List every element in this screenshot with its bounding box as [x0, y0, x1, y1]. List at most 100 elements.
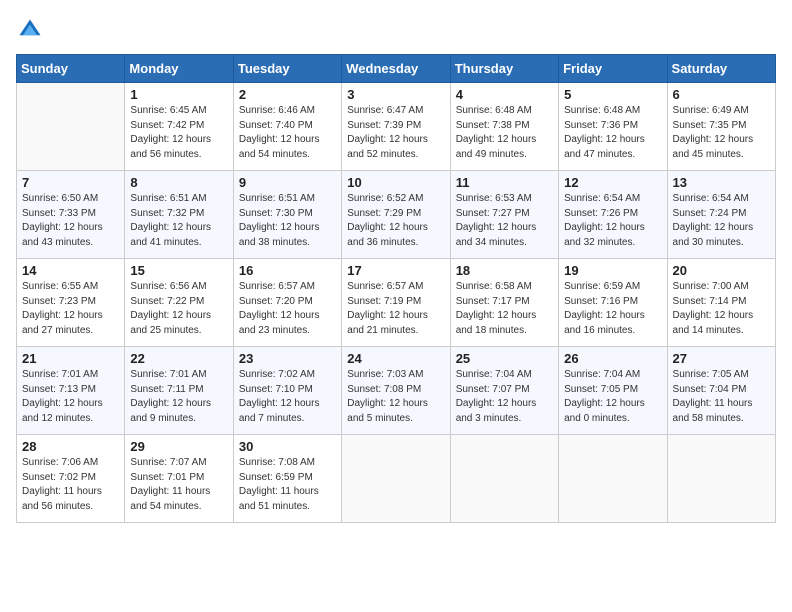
- day-number: 18: [456, 263, 553, 278]
- day-number: 13: [673, 175, 770, 190]
- calendar: SundayMondayTuesdayWednesdayThursdayFrid…: [16, 54, 776, 523]
- day-number: 30: [239, 439, 336, 454]
- day-cell: 28 Sunrise: 7:06 AM Sunset: 7:02 PM Dayli…: [17, 435, 125, 523]
- day-info: Sunrise: 6:49 AM Sunset: 7:35 PM Dayligh…: [673, 104, 770, 162]
- day-cell: 29 Sunrise: 7:07 AM Sunset: 7:01 PM Dayli…: [125, 435, 233, 523]
- day-number: 14: [22, 263, 119, 278]
- day-number: 29: [130, 439, 227, 454]
- day-info: Sunrise: 6:55 AM Sunset: 7:23 PM Dayligh…: [22, 280, 119, 338]
- day-cell: [450, 435, 558, 523]
- day-number: 3: [347, 87, 444, 102]
- day-cell: 19 Sunrise: 6:59 AM Sunset: 7:16 PM Dayli…: [559, 259, 667, 347]
- week-row-1: 1 Sunrise: 6:45 AM Sunset: 7:42 PM Daylig…: [17, 83, 776, 171]
- day-number: 2: [239, 87, 336, 102]
- day-cell: 14 Sunrise: 6:55 AM Sunset: 7:23 PM Dayli…: [17, 259, 125, 347]
- col-header-friday: Friday: [559, 55, 667, 83]
- day-cell: 21 Sunrise: 7:01 AM Sunset: 7:13 PM Dayli…: [17, 347, 125, 435]
- day-cell: 4Sunrise: 6:48 AM Sunset: 7:38 PM Daylig…: [450, 83, 558, 171]
- day-number: 24: [347, 351, 444, 366]
- day-number: 8: [130, 175, 227, 190]
- logo-icon: [16, 16, 44, 44]
- day-info: Sunrise: 7:01 AM Sunset: 7:13 PM Dayligh…: [22, 368, 119, 426]
- day-cell: [559, 435, 667, 523]
- day-number: 25: [456, 351, 553, 366]
- day-info: Sunrise: 7:05 AM Sunset: 7:04 PM Dayligh…: [673, 368, 770, 426]
- day-cell: 24 Sunrise: 7:03 AM Sunset: 7:08 PM Dayli…: [342, 347, 450, 435]
- week-row-4: 21 Sunrise: 7:01 AM Sunset: 7:13 PM Dayli…: [17, 347, 776, 435]
- day-number: 17: [347, 263, 444, 278]
- day-cell: 6 Sunrise: 6:49 AM Sunset: 7:35 PM Daylig…: [667, 83, 775, 171]
- day-cell: 11Sunrise: 6:53 AM Sunset: 7:27 PM Dayli…: [450, 171, 558, 259]
- day-number: 15: [130, 263, 227, 278]
- day-info: Sunrise: 6:50 AM Sunset: 7:33 PM Dayligh…: [22, 192, 119, 250]
- logo: [16, 16, 48, 44]
- day-info: Sunrise: 6:51 AM Sunset: 7:32 PM Dayligh…: [130, 192, 227, 250]
- day-cell: 17 Sunrise: 6:57 AM Sunset: 7:19 PM Dayli…: [342, 259, 450, 347]
- day-cell: 25 Sunrise: 7:04 AM Sunset: 7:07 PM Dayli…: [450, 347, 558, 435]
- day-cell: 10 Sunrise: 6:52 AM Sunset: 7:29 PM Dayli…: [342, 171, 450, 259]
- day-cell: [17, 83, 125, 171]
- day-info: Sunrise: 7:08 AM Sunset: 6:59 PM Dayligh…: [239, 456, 336, 514]
- day-info: Sunrise: 7:06 AM Sunset: 7:02 PM Dayligh…: [22, 456, 119, 514]
- day-info: Sunrise: 6:59 AM Sunset: 7:16 PM Dayligh…: [564, 280, 661, 338]
- week-row-2: 7 Sunrise: 6:50 AM Sunset: 7:33 PM Daylig…: [17, 171, 776, 259]
- col-header-tuesday: Tuesday: [233, 55, 341, 83]
- day-number: 9: [239, 175, 336, 190]
- day-info: Sunrise: 7:00 AM Sunset: 7:14 PM Dayligh…: [673, 280, 770, 338]
- day-cell: 16Sunrise: 6:57 AM Sunset: 7:20 PM Dayli…: [233, 259, 341, 347]
- day-number: 22: [130, 351, 227, 366]
- day-cell: 3 Sunrise: 6:47 AM Sunset: 7:39 PM Daylig…: [342, 83, 450, 171]
- day-number: 6: [673, 87, 770, 102]
- day-info: Sunrise: 7:07 AM Sunset: 7:01 PM Dayligh…: [130, 456, 227, 514]
- day-number: 20: [673, 263, 770, 278]
- page-header: [16, 16, 776, 44]
- day-info: Sunrise: 6:57 AM Sunset: 7:20 PM Dayligh…: [239, 280, 336, 338]
- day-info: Sunrise: 6:56 AM Sunset: 7:22 PM Dayligh…: [130, 280, 227, 338]
- day-info: Sunrise: 7:04 AM Sunset: 7:05 PM Dayligh…: [564, 368, 661, 426]
- day-number: 12: [564, 175, 661, 190]
- day-cell: 27 Sunrise: 7:05 AM Sunset: 7:04 PM Dayli…: [667, 347, 775, 435]
- day-cell: [667, 435, 775, 523]
- day-cell: 1 Sunrise: 6:45 AM Sunset: 7:42 PM Daylig…: [125, 83, 233, 171]
- column-headers: SundayMondayTuesdayWednesdayThursdayFrid…: [17, 55, 776, 83]
- day-number: 7: [22, 175, 119, 190]
- col-header-saturday: Saturday: [667, 55, 775, 83]
- day-cell: 9Sunrise: 6:51 AM Sunset: 7:30 PM Daylig…: [233, 171, 341, 259]
- day-cell: 22 Sunrise: 7:01 AM Sunset: 7:11 PM Dayli…: [125, 347, 233, 435]
- day-cell: 5Sunrise: 6:48 AM Sunset: 7:36 PM Daylig…: [559, 83, 667, 171]
- col-header-monday: Monday: [125, 55, 233, 83]
- day-number: 5: [564, 87, 661, 102]
- day-number: 21: [22, 351, 119, 366]
- day-number: 28: [22, 439, 119, 454]
- day-info: Sunrise: 6:45 AM Sunset: 7:42 PM Dayligh…: [130, 104, 227, 162]
- day-number: 10: [347, 175, 444, 190]
- day-number: 27: [673, 351, 770, 366]
- week-row-3: 14 Sunrise: 6:55 AM Sunset: 7:23 PM Dayli…: [17, 259, 776, 347]
- day-cell: 12Sunrise: 6:54 AM Sunset: 7:26 PM Dayli…: [559, 171, 667, 259]
- day-info: Sunrise: 6:52 AM Sunset: 7:29 PM Dayligh…: [347, 192, 444, 250]
- day-cell: 2 Sunrise: 6:46 AM Sunset: 7:40 PM Daylig…: [233, 83, 341, 171]
- day-info: Sunrise: 7:04 AM Sunset: 7:07 PM Dayligh…: [456, 368, 553, 426]
- day-info: Sunrise: 7:02 AM Sunset: 7:10 PM Dayligh…: [239, 368, 336, 426]
- day-cell: 18 Sunrise: 6:58 AM Sunset: 7:17 PM Dayli…: [450, 259, 558, 347]
- day-cell: 26 Sunrise: 7:04 AM Sunset: 7:05 PM Dayli…: [559, 347, 667, 435]
- day-cell: 15 Sunrise: 6:56 AM Sunset: 7:22 PM Dayli…: [125, 259, 233, 347]
- day-cell: 30 Sunrise: 7:08 AM Sunset: 6:59 PM Dayli…: [233, 435, 341, 523]
- day-cell: 20 Sunrise: 7:00 AM Sunset: 7:14 PM Dayli…: [667, 259, 775, 347]
- col-header-sunday: Sunday: [17, 55, 125, 83]
- day-cell: 7 Sunrise: 6:50 AM Sunset: 7:33 PM Daylig…: [17, 171, 125, 259]
- day-number: 19: [564, 263, 661, 278]
- week-row-5: 28 Sunrise: 7:06 AM Sunset: 7:02 PM Dayli…: [17, 435, 776, 523]
- day-info: Sunrise: 7:03 AM Sunset: 7:08 PM Dayligh…: [347, 368, 444, 426]
- day-number: 1: [130, 87, 227, 102]
- day-number: 11: [456, 175, 553, 190]
- day-info: Sunrise: 6:47 AM Sunset: 7:39 PM Dayligh…: [347, 104, 444, 162]
- day-number: 4: [456, 87, 553, 102]
- day-cell: 13Sunrise: 6:54 AM Sunset: 7:24 PM Dayli…: [667, 171, 775, 259]
- col-header-wednesday: Wednesday: [342, 55, 450, 83]
- day-info: Sunrise: 6:46 AM Sunset: 7:40 PM Dayligh…: [239, 104, 336, 162]
- day-number: 26: [564, 351, 661, 366]
- day-info: Sunrise: 6:58 AM Sunset: 7:17 PM Dayligh…: [456, 280, 553, 338]
- day-info: Sunrise: 6:57 AM Sunset: 7:19 PM Dayligh…: [347, 280, 444, 338]
- day-info: Sunrise: 7:01 AM Sunset: 7:11 PM Dayligh…: [130, 368, 227, 426]
